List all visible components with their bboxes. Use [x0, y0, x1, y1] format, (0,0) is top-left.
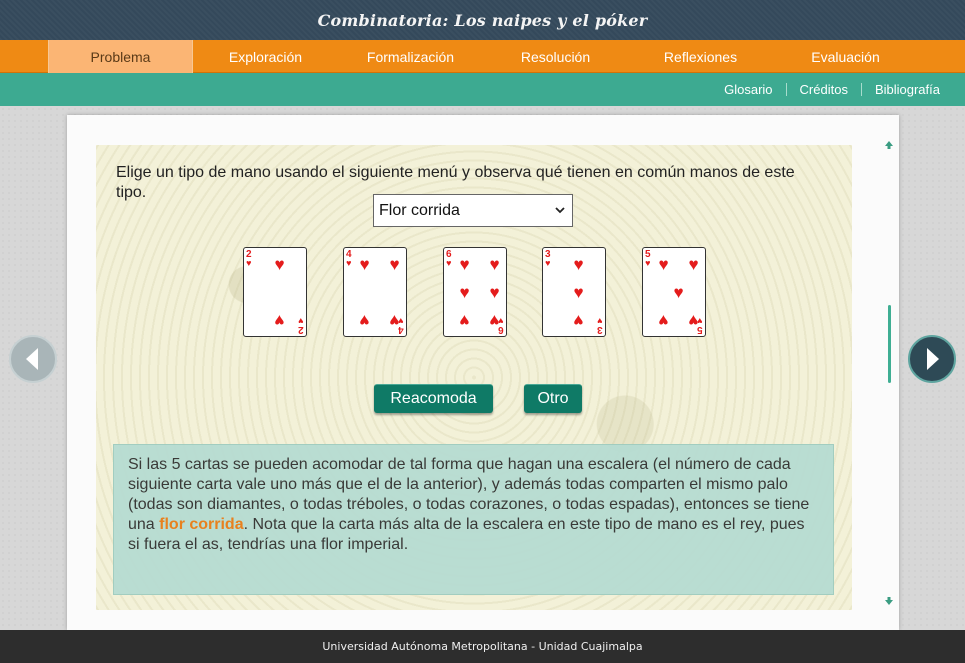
heart-pip-icon: ♥ [459, 255, 470, 274]
hand-type-value: Flor corrida [379, 201, 460, 219]
heart-icon: ♥ [645, 258, 651, 268]
footer-text: Universidad Autónoma Metropolitana - Uni… [322, 640, 643, 653]
heart-pip-icon: ♥ [274, 255, 285, 274]
heart-pip-icon: ♥ [459, 283, 470, 302]
playing-card: 4 ♥ 4 ♥ ♥ ♥ ♥ ♥ [343, 247, 407, 337]
content-panel: Elige un tipo de mano usando el siguient… [67, 115, 899, 630]
heart-icon: ♥ [346, 258, 352, 268]
tab-reflexiones[interactable]: Reflexiones [628, 40, 773, 73]
footer: Universidad Autónoma Metropolitana - Uni… [0, 630, 965, 663]
heart-pip-icon: ♥ [489, 311, 500, 330]
card-rank: 2 [298, 324, 304, 335]
card-corner-top: 4 ♥ [346, 250, 352, 268]
card-corner-top: 2 ♥ [246, 250, 252, 268]
sub-nav: Glosario Créditos Bibliografía [0, 73, 965, 106]
heart-icon: ♥ [545, 258, 551, 268]
arrow-down-icon[interactable] [884, 596, 894, 606]
arrow-up-icon[interactable] [884, 140, 894, 150]
link-glosario[interactable]: Glosario [711, 82, 785, 97]
app-title: Combinatoria: Los naipes y el póker [317, 10, 648, 30]
tab-evaluacion[interactable]: Evaluación [773, 40, 918, 73]
hand-type-select[interactable]: Flor corrida [373, 194, 573, 227]
card-corner-top: 6 ♥ [446, 250, 452, 268]
highlight-term: flor corrida [159, 516, 244, 533]
otro-button[interactable]: Otro [524, 384, 582, 413]
heart-pip-icon: ♥ [673, 283, 684, 302]
tab-resolucion[interactable]: Resolución [483, 40, 628, 73]
heart-pip-icon: ♥ [658, 311, 669, 330]
scrollbar-thumb[interactable] [888, 305, 891, 383]
card-rank: 3 [597, 324, 603, 335]
heart-pip-icon: ♥ [573, 255, 584, 274]
link-creditos[interactable]: Créditos [787, 82, 861, 97]
heart-pip-icon: ♥ [573, 311, 584, 330]
playing-card: 3 ♥ 3 ♥ ♥ ♥ ♥ [542, 247, 606, 337]
card-corner-bottom: 2 ♥ [298, 316, 304, 335]
playing-card: 5 ♥ 5 ♥ ♥ ♥ ♥ ♥ ♥ [642, 247, 706, 337]
heart-pip-icon: ♥ [573, 283, 584, 302]
heart-pip-icon: ♥ [359, 255, 370, 274]
heart-pip-icon: ♥ [688, 311, 699, 330]
card-corner-bottom: 3 ♥ [597, 316, 603, 335]
heart-icon: ♥ [246, 258, 252, 268]
heart-pip-icon: ♥ [688, 255, 699, 274]
explanation-box: Si las 5 cartas se pueden acomodar de ta… [113, 444, 834, 595]
heart-pip-icon: ♥ [359, 311, 370, 330]
heart-icon: ♥ [298, 316, 304, 326]
playing-card: 6 ♥ 6 ♥ ♥ ♥ ♥ ♥ ♥ ♥ [443, 247, 507, 337]
heart-pip-icon: ♥ [489, 283, 500, 302]
prev-page-button[interactable] [9, 335, 57, 383]
tab-problema[interactable]: Problema [48, 40, 193, 73]
heart-icon: ♥ [446, 258, 452, 268]
reacomoda-button[interactable]: Reacomoda [374, 384, 493, 413]
title-bar: Combinatoria: Los naipes y el póker [0, 0, 965, 40]
chevron-left-icon [26, 348, 38, 370]
heart-pip-icon: ♥ [274, 311, 285, 330]
chevron-down-icon [555, 207, 565, 214]
main-nav: Problema Exploración Formalización Resol… [0, 40, 965, 73]
playing-card: 2 ♥ 2 ♥ ♥ ♥ [243, 247, 307, 337]
heart-pip-icon: ♥ [459, 311, 470, 330]
tab-exploracion[interactable]: Exploración [193, 40, 338, 73]
link-bibliografia[interactable]: Bibliografía [862, 82, 953, 97]
heart-pip-icon: ♥ [389, 311, 400, 330]
chevron-right-icon [927, 348, 939, 370]
card-corner-top: 5 ♥ [645, 250, 651, 268]
heart-pip-icon: ♥ [658, 255, 669, 274]
heart-pip-icon: ♥ [389, 255, 400, 274]
activity-area: Elige un tipo de mano usando el siguient… [96, 145, 852, 610]
heart-pip-icon: ♥ [489, 255, 500, 274]
next-page-button[interactable] [908, 335, 956, 383]
card-corner-top: 3 ♥ [545, 250, 551, 268]
heart-icon: ♥ [597, 316, 603, 326]
tab-formalizacion[interactable]: Formalización [338, 40, 483, 73]
